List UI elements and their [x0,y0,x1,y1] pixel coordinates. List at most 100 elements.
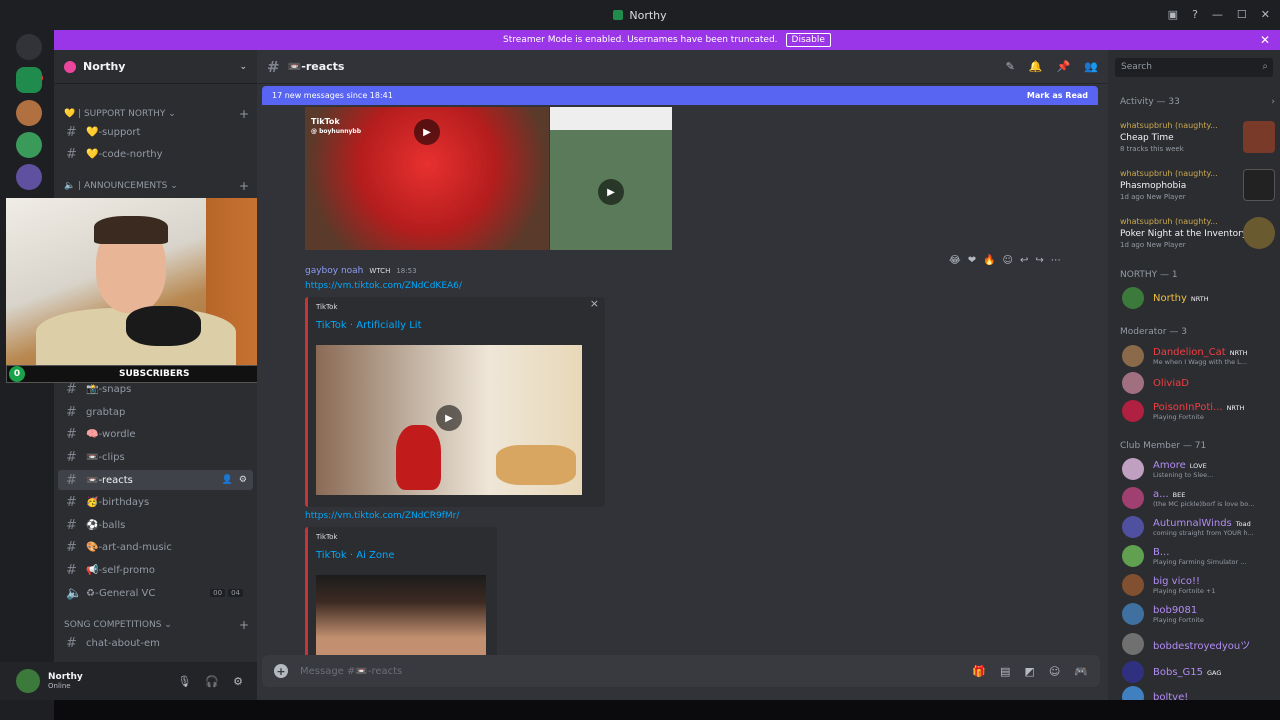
disable-button[interactable]: Disable [785,33,831,47]
server-icon[interactable] [16,164,42,190]
close-window-button[interactable]: ✕ [1261,8,1270,21]
members-icon[interactable]: 👥 [1084,60,1098,73]
activity-header-label: Activity — 33 [1120,97,1180,107]
category-support[interactable]: 💛 | SUPPORT NORTHY ⌄ + [64,107,249,121]
channel-clips[interactable]: # 📼-clips [58,447,253,467]
pin-icon[interactable]: 📌 [1057,60,1071,73]
activity-header[interactable]: Activity — 33 › [1120,97,1275,107]
channel-birthdays[interactable]: # 🥳-birthdays [58,492,253,512]
add-channel-icon[interactable]: + [239,107,249,121]
reply-icon[interactable]: ↩ [1020,255,1028,266]
channel-label: ♻-General VC [86,587,156,599]
bell-icon[interactable]: 🔔 [1029,60,1043,73]
gear-icon[interactable]: ⚙ [233,675,243,688]
member-item[interactable]: big vico!! Playing Fortnite +1 [1122,572,1278,598]
hash-icon: # [66,635,77,651]
gif-icon[interactable]: ▤ [1000,665,1010,678]
avatar[interactable] [16,669,40,693]
server-icon[interactable] [16,132,42,158]
member-item[interactable]: Northy NRTH [1122,285,1278,311]
guild-header[interactable]: Northy ⌄ [54,50,257,84]
inbox-icon[interactable]: ▣ [1168,8,1178,21]
channel-reacts[interactable]: # 📼-reacts 👤 ⚙ [58,470,253,490]
play-icon[interactable]: ▶ [414,119,440,145]
video-thumbnail-lobster[interactable]: TikTok @ boyhunnybb ▶ [305,107,549,250]
member-item[interactable]: Amore LOVE Listening to Slee... [1122,456,1278,482]
member-item[interactable]: bob9081 Playing Fortnite [1122,601,1278,627]
hash-icon: # [66,539,77,555]
member-text: a... BEE (the MC pickle)borf is love bo... [1153,489,1278,508]
channel-self-promo[interactable]: # 📢-self-promo [58,560,253,580]
close-icon[interactable]: × [590,297,599,310]
minimize-button[interactable]: — [1212,8,1223,21]
maximize-button[interactable]: ☐ [1237,8,1247,21]
author-name[interactable]: gayboy noah [305,266,363,276]
message-input[interactable]: Message #📼-reacts [300,666,402,677]
add-reaction-icon[interactable]: ☺ [1003,255,1013,266]
react-heart-icon[interactable]: ❤ [968,255,976,266]
member-item[interactable]: PoisonInPoti... NRTH Playing Fortnite [1122,398,1278,424]
member-item[interactable]: a... BEE (the MC pickle)borf is love bo... [1122,485,1278,511]
channel-wordle[interactable]: # 🧠-wordle [58,424,253,444]
upload-plus-icon[interactable]: + [274,664,288,678]
voice-channel-general[interactable]: 🔈 ♻-General VC 00 04 [58,583,253,603]
member-item[interactable]: AutumnalWinds Toad coming straight from YO… [1122,514,1278,540]
more-icon[interactable]: ⋯ [1051,255,1061,266]
member-status: Playing Farming Simulator ... [1153,557,1247,566]
react-laugh-icon[interactable]: 😂 [949,255,961,266]
mark-as-read-button[interactable]: Mark as Read [1027,91,1088,100]
home-icon[interactable] [16,34,42,60]
activity-item[interactable]: whatsupbruh (naughty... Poker Night at t… [1120,217,1275,261]
embed-title[interactable]: TikTok · Ai Zone [316,550,394,561]
microphone-icon[interactable]: 🎙 [177,675,191,688]
member-tag: NRTH [1190,294,1209,303]
member-item[interactable]: OliviaD [1122,370,1278,396]
sticker-icon[interactable]: ◩ [1024,665,1034,678]
channel-art-and-music[interactable]: # 🎨-art-and-music [58,537,253,557]
embed-title[interactable]: TikTok · Artificially Lit [316,320,422,331]
close-icon[interactable]: ✕ [1260,33,1270,47]
member-text: boltve! [1153,692,1188,701]
gamepad-icon[interactable]: 🎮 [1074,665,1088,678]
channel-grabtap[interactable]: # grabtap [58,402,253,422]
category-song-competitions[interactable]: SONG COMPETITIONS ⌄ + [64,618,249,632]
search-input[interactable]: Search ⌕ [1115,58,1273,77]
new-messages-bar[interactable]: 17 new messages since 18:41 Mark as Read [262,86,1098,105]
member-item[interactable]: bobdestroyedyouツ [1122,631,1278,657]
activity-item[interactable]: whatsupbruh (naughty... Cheap Time 8 tra… [1120,121,1275,165]
help-icon[interactable]: ? [1192,8,1198,21]
add-channel-icon[interactable]: + [239,618,249,632]
channel-support[interactable]: # 💛-support [58,122,253,142]
message-composer[interactable]: + Message #📼-reacts 🎁 ▤ ◩ ☺ 🎮 [262,655,1100,687]
emoji-icon[interactable]: ☺ [1049,665,1060,678]
category-announcements[interactable]: 🔈 | ANNOUNCEMENTS ⌄ + [64,179,249,193]
add-member-icon[interactable]: 👤 [222,475,233,485]
server-icon-northy[interactable] [16,67,42,93]
react-fire-icon[interactable]: 🔥 [983,255,995,266]
message-link[interactable]: https://vm.tiktok.com/ZNdCdKEA6/ [305,281,462,291]
member-item[interactable]: B... Playing Farming Simulator ... [1122,543,1278,569]
play-icon[interactable]: ▶ [598,179,624,205]
member-item[interactable]: Bobs_G15 GAG [1122,659,1278,685]
gear-icon[interactable]: ⚙ [239,475,247,485]
channel-code-northy[interactable]: # 💛-code-northy [58,144,253,164]
embed-video-thumbnail[interactable]: ▶ [316,345,582,495]
gift-icon[interactable]: 🎁 [972,665,986,678]
activity-item[interactable]: whatsupbruh (naughty... Phasmophobia 1d … [1120,169,1275,213]
member-name: bobdestroyedyouツ [1153,640,1251,652]
member-name: PoisonInPoti... NRTH [1153,402,1278,413]
headphones-icon[interactable]: 🎧 [205,675,219,688]
video-thumbnail-lego[interactable]: ▶ [550,107,672,250]
threads-icon[interactable]: ✎ [1006,60,1015,73]
member-item[interactable]: Dandelion_Cat NRTH Me when I Wagg with the… [1122,343,1278,369]
play-icon[interactable]: ▶ [436,405,462,431]
forward-icon[interactable]: ↪ [1035,255,1043,266]
embed-video-thumbnail[interactable] [316,575,486,665]
message-link[interactable]: https://vm.tiktok.com/ZNdCR9fMr/ [305,511,459,521]
channel-balls[interactable]: # ⚽-balls [58,515,253,535]
member-tag: GAG [1207,668,1222,677]
member-item[interactable]: boltve! [1122,684,1278,700]
server-icon[interactable] [16,100,42,126]
add-channel-icon[interactable]: + [239,179,249,193]
channel-chat-about-em[interactable]: # chat-about-em [58,633,253,653]
